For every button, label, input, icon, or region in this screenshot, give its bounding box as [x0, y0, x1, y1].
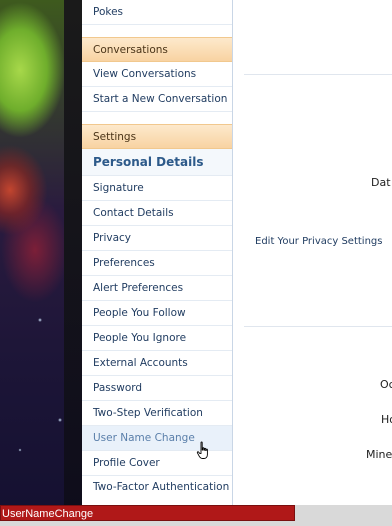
sidebar-item-pokes[interactable]: Pokes — [82, 0, 232, 25]
hand-pointer-icon — [196, 441, 208, 459]
sidebar-item-people-you-ignore[interactable]: People You Ignore — [82, 326, 232, 351]
sidebar-item-start-conversation[interactable]: Start a New Conversation — [82, 87, 232, 112]
sidebar-spacer — [82, 25, 232, 37]
sidebar-item-privacy[interactable]: Privacy — [82, 226, 232, 251]
background-shadow — [64, 0, 82, 526]
mine-label-fragment: Mine — [366, 448, 392, 461]
sidebar-item-two-factor-authentication[interactable]: Two-Factor Authentication — [82, 476, 232, 505]
content-divider — [244, 74, 392, 75]
status-url-tooltip: UserNameChange — [0, 505, 295, 521]
settings-header: Settings — [82, 124, 232, 149]
sidebar-item-personal-details[interactable]: Personal Details — [82, 149, 232, 176]
settings-sidebar: Pokes Conversations View Conversations S… — [82, 0, 233, 505]
sidebar-item-preferences[interactable]: Preferences — [82, 251, 232, 276]
sidebar-item-two-step-verification[interactable]: Two-Step Verification — [82, 401, 232, 426]
sidebar-item-alert-preferences[interactable]: Alert Preferences — [82, 276, 232, 301]
content-divider — [244, 326, 392, 327]
sidebar-item-signature[interactable]: Signature — [82, 176, 232, 201]
occupation-label-fragment: Oc — [380, 378, 392, 391]
sidebar-spacer — [82, 112, 232, 124]
sidebar-item-external-accounts[interactable]: External Accounts — [82, 351, 232, 376]
sidebar-item-view-conversations[interactable]: View Conversations — [82, 62, 232, 87]
sidebar-item-contact-details[interactable]: Contact Details — [82, 201, 232, 226]
edit-privacy-settings-link[interactable]: Edit Your Privacy Settings — [255, 236, 382, 247]
home-label-fragment: Ho — [381, 413, 392, 426]
date-label-fragment: Dat — [371, 176, 391, 189]
conversations-header: Conversations — [82, 37, 232, 62]
main-content: Dat Edit Your Privacy Settings Oc Ho Min… — [234, 0, 392, 505]
sidebar-item-password[interactable]: Password — [82, 376, 232, 401]
sidebar-item-people-you-follow[interactable]: People You Follow — [82, 301, 232, 326]
